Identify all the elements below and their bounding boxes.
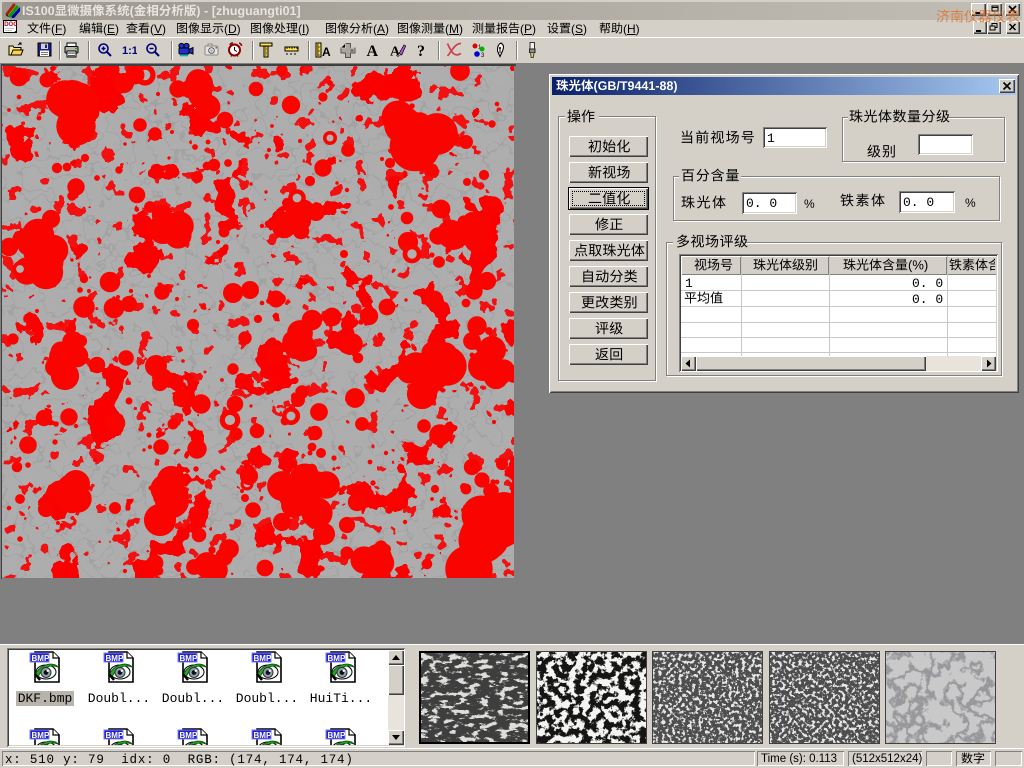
svg-text:3: 3: [481, 53, 485, 58]
svg-text:A: A: [367, 43, 379, 58]
svg-text:DOC: DOC: [4, 22, 18, 28]
svg-text:1:1: 1:1: [122, 45, 137, 57]
svg-text:?: ?: [417, 43, 425, 58]
svg-text:A: A: [322, 45, 331, 58]
svg-text:A: A: [390, 45, 401, 59]
